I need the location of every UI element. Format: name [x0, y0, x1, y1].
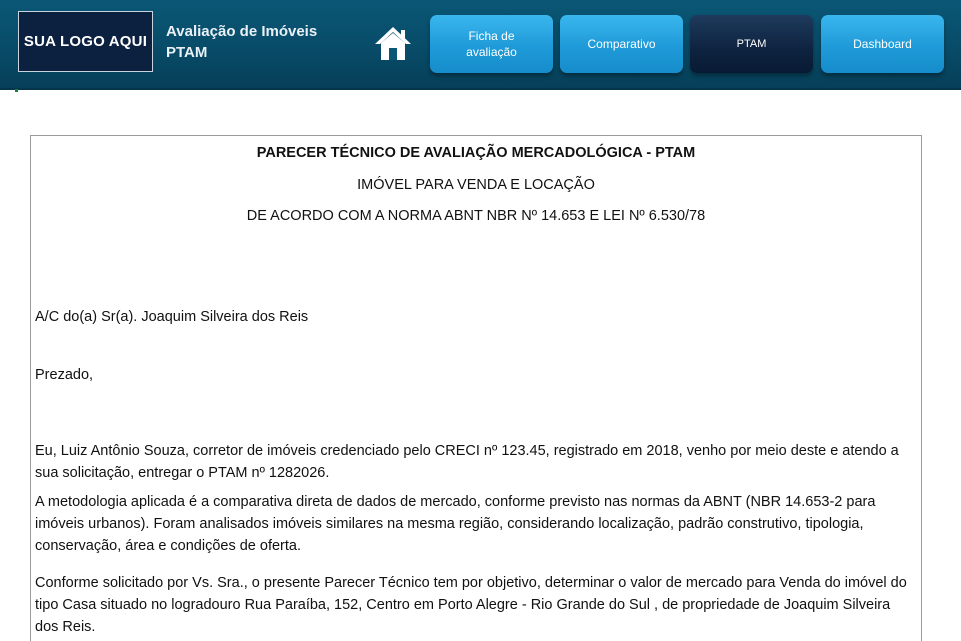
app-header: SUA LOGO AQUI Avaliação de Imóveis PTAM …	[0, 0, 961, 90]
recipient-line: A/C do(a) Sr(a). Joaquim Silveira dos Re…	[35, 309, 309, 325]
app-title-line1: Avaliação de Imóveis	[166, 23, 318, 40]
nav-ficha-label-line1: Ficha de	[468, 29, 515, 43]
nav-comparativo-label: Comparativo	[587, 37, 656, 51]
app-title: Avaliação de Imóveis PTAM	[166, 21, 366, 63]
nav-button-comparativo[interactable]: Comparativo	[560, 15, 683, 73]
home-icon[interactable]	[373, 25, 413, 63]
nav-button-ptam[interactable]: PTAM	[690, 15, 813, 73]
paragraph-objective: Conforme solicitado por Vs. Sra., o pres…	[35, 575, 907, 635]
paragraph-methodology: A metodologia aplicada é a comparativa d…	[35, 494, 876, 554]
document-norm: DE ACORDO COM A NORMA ABNT NBR Nº 14.653…	[246, 208, 706, 224]
company-logo: SUA LOGO AQUI	[18, 11, 153, 72]
nav-ficha-label-line2: avaliação	[466, 45, 517, 59]
nav-button-dashboard[interactable]: Dashboard	[821, 15, 944, 73]
cell-marker	[15, 89, 18, 92]
nav-ptam-label: PTAM	[736, 38, 767, 50]
document-title: PARECER TÉCNICO DE AVALIAÇÃO MERCADOLÓGI…	[256, 145, 696, 161]
nav-button-ficha-de-avaliacao[interactable]: Ficha de avaliação	[430, 15, 553, 73]
nav-dashboard-label: Dashboard	[853, 37, 912, 51]
greeting: Prezado,	[35, 367, 94, 383]
app-title-line2: PTAM	[166, 44, 208, 61]
ptam-document: PARECER TÉCNICO DE AVALIAÇÃO MERCADOLÓGI…	[30, 135, 922, 641]
document-subtitle: IMÓVEL PARA VENDA E LOCAÇÃO	[357, 177, 595, 193]
paragraph-intro: Eu, Luiz Antônio Souza, corretor de imóv…	[35, 443, 899, 481]
